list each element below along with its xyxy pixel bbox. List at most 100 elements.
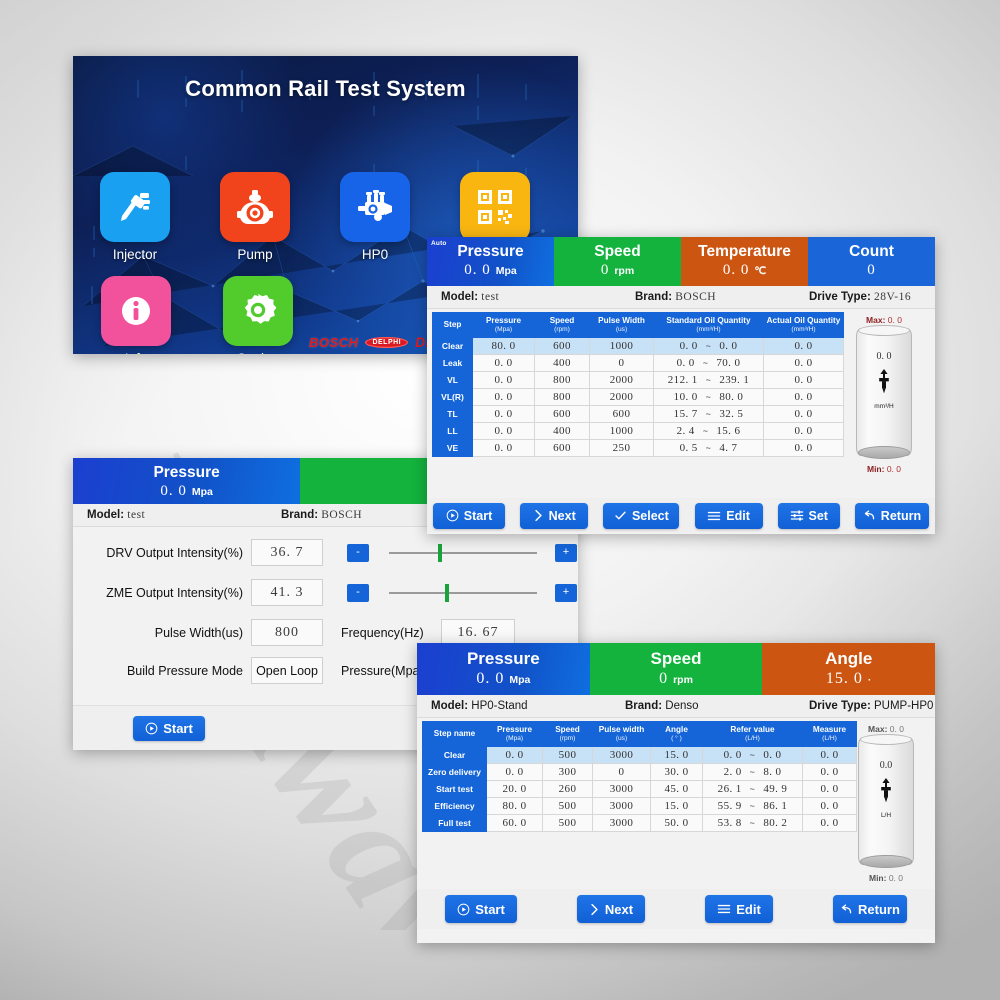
build-pressure-mode-value[interactable]: Open Loop: [251, 657, 323, 684]
cell-speed: 600: [534, 337, 590, 356]
next-icon: [589, 903, 600, 916]
return-button[interactable]: Return: [854, 502, 929, 529]
table-row[interactable]: VE 0. 0 600 250 0. 5 ~4. 7 0. 0: [432, 439, 844, 458]
table-row[interactable]: VL 0. 0 800 2000 212. 1 ~239. 1 0. 0: [432, 371, 844, 390]
zme-intensity-value[interactable]: 41. 3: [251, 579, 323, 606]
tile-setting[interactable]: Setting: [222, 276, 294, 354]
tile-hp0[interactable]: HP0: [340, 172, 410, 262]
table-row[interactable]: Full test 60. 0 500 3000 50. 0 53. 8 ~80. 2 0. …: [422, 814, 857, 833]
col-step: Step: [432, 311, 473, 339]
cylinder-body: 0. 0 mm³/H: [856, 325, 912, 459]
cell-actual-oil: 0. 0: [763, 405, 844, 424]
button-label: Next: [604, 901, 634, 917]
tile-pump[interactable]: Pump: [220, 172, 290, 262]
tile-injector[interactable]: Injector: [100, 172, 170, 262]
cell-standard-oil: 2. 4 ~15. 6: [653, 422, 764, 441]
drv-intensity-value[interactable]: 36. 7: [251, 539, 323, 566]
pump-icon-box: [220, 172, 290, 242]
table-row[interactable]: Start test 20. 0 260 3000 45. 0 26. 1 ~49. 9 0.…: [422, 780, 857, 799]
status-speed: Speed 0 rpm: [589, 643, 763, 695]
cell-speed: 500: [542, 797, 593, 816]
gear-icon-box: [223, 276, 293, 346]
cell-speed: 260: [542, 780, 593, 799]
measurement-cylinder: Max: 0. 0 0. 0 mm³/H Min: 0. 0: [843, 315, 925, 474]
cell-pressure: 80. 0: [472, 337, 535, 356]
pressure-value: 0. 0: [464, 261, 491, 278]
table-row[interactable]: Clear 80. 0 600 1000 0. 0 ~0. 0 0. 0: [432, 337, 844, 356]
zme-slider[interactable]: [389, 583, 537, 602]
next-button[interactable]: Next: [520, 502, 589, 529]
speed-value: 0: [659, 669, 669, 687]
table-row[interactable]: Clear 0. 0 500 3000 15. 0 0. 0 ~0. 0 0. 0: [422, 746, 857, 765]
table-row[interactable]: LL 0. 0 400 1000 2. 4 ~15. 6 0. 0: [432, 422, 844, 441]
drv-slider-thumb[interactable]: [437, 543, 442, 562]
cell-actual-oil: 0. 0: [763, 371, 844, 390]
drv-increase-button[interactable]: +: [555, 543, 577, 562]
select-button[interactable]: Select: [603, 502, 680, 529]
bosch-logo: BOSCH: [309, 334, 359, 350]
cell-standard-oil: 10. 0 ~80. 0: [653, 388, 764, 407]
edit-button[interactable]: Edit: [705, 895, 773, 923]
cell-refer-value: 0. 0 ~0. 0: [702, 746, 803, 765]
zme-decrease-button[interactable]: -: [347, 583, 369, 602]
cylinder-unit: mm³/H: [874, 403, 894, 410]
tile-label: Pump: [237, 247, 273, 262]
status-temperature: Temperature 0. 0 ℃: [681, 237, 808, 286]
drv-decrease-button[interactable]: -: [347, 543, 369, 562]
frequency-value[interactable]: 16. 67: [441, 619, 515, 646]
cell-standard-oil: 0. 0 ~70. 0: [653, 354, 764, 373]
brand-label: Brand:: [625, 700, 663, 712]
hp0-test-table: Step name Pressure (Mpa) Speed (rpm) Pulse…: [422, 720, 857, 833]
start-button[interactable]: Start: [433, 502, 505, 529]
cell-step-name: Full test: [422, 814, 487, 833]
qrcode-icon: [478, 190, 512, 224]
cell-speed: 800: [534, 371, 590, 390]
measurement-cylinder: Max: 0. 0 0.0 L/H Min: 0. 0: [845, 724, 927, 883]
hp0-action-bar: Start Next Edit Return: [417, 889, 935, 929]
cell-angle: 45. 0: [650, 780, 703, 799]
drv-slider[interactable]: [389, 543, 537, 562]
drv-start-button[interactable]: Start: [133, 715, 205, 741]
info-icon: [122, 297, 150, 325]
zme-slider-thumb[interactable]: [445, 583, 450, 602]
start-button[interactable]: Start: [445, 895, 517, 923]
speed-label: Speed: [594, 243, 641, 260]
button-label: Set: [808, 508, 828, 523]
count-label: Count: [849, 243, 894, 260]
cell-pulse-width: 3000: [592, 814, 651, 833]
cell-pulse-width: 0: [592, 763, 651, 782]
start-icon: [457, 903, 470, 916]
model-value: test: [127, 509, 146, 521]
table-row[interactable]: VL(R) 0. 0 800 2000 10. 0 ~80. 0 0. 0: [432, 388, 844, 407]
zme-increase-button[interactable]: +: [555, 583, 577, 602]
table-row[interactable]: TL 0. 0 600 600 15. 7 ~32. 5 0. 0: [432, 405, 844, 424]
cell-speed: 600: [534, 439, 590, 458]
next-button[interactable]: Next: [577, 895, 645, 923]
cell-actual-oil: 0. 0: [763, 337, 844, 356]
status-count: Count 0: [808, 237, 935, 286]
temperature-label: Temperature: [698, 243, 791, 260]
cell-speed: 300: [542, 763, 593, 782]
temperature-unit: ℃: [754, 264, 767, 277]
col-pulse-width: Pulse Width (us): [589, 311, 654, 339]
pulse-width-value[interactable]: 800: [251, 619, 323, 646]
table-row[interactable]: Zero delivery 0. 0 300 0 30. 0 2. 0 ~8. 0 0. 0: [422, 763, 857, 782]
cell-step: Leak: [432, 354, 473, 373]
angle-label: Angle: [825, 649, 873, 668]
next-icon: [533, 509, 544, 522]
speed-value: 0: [600, 261, 610, 278]
button-label: Next: [548, 508, 576, 523]
cell-pressure: 0. 0: [486, 763, 543, 782]
set-button[interactable]: Set: [777, 502, 840, 529]
pressure-value: 0. 0: [476, 669, 505, 687]
brand-value: Denso: [665, 700, 699, 712]
return-button[interactable]: Return: [833, 895, 907, 923]
pressure-unit: Mpa: [191, 485, 213, 498]
edit-button[interactable]: Edit: [694, 502, 763, 529]
pressure-unit: Mpa: [509, 673, 531, 686]
table-row[interactable]: Efficiency 80. 0 500 3000 15. 0 55. 9 ~86. 1 0.…: [422, 797, 857, 816]
pressure-value: 0. 0: [160, 482, 187, 499]
table-row[interactable]: Leak 0. 0 400 0 0. 0 ~70. 0 0. 0: [432, 354, 844, 373]
cell-pressure: 0. 0: [486, 746, 543, 765]
tile-info[interactable]: Info: [100, 276, 172, 354]
